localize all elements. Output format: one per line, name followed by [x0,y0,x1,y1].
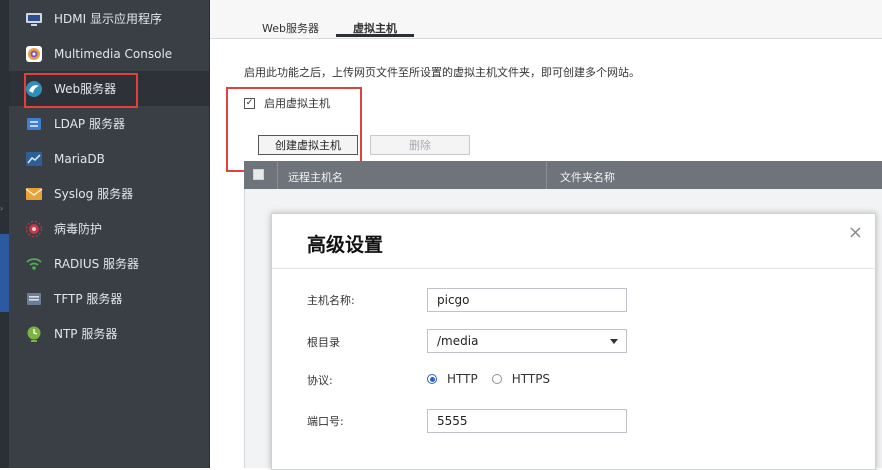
close-icon[interactable]: × [848,224,863,242]
sidebar-item-label: MariaDB [54,151,105,166]
highlight-box-web-server [24,73,138,108]
clock-icon [27,326,41,342]
sidebar-item-label: Multimedia Console [54,46,173,61]
protocol-label: 协议: [307,374,333,387]
table-header: 远程主机名 文件夹名称 [244,161,882,189]
protocol-https-label: HTTPS [511,372,551,386]
root-directory-value: /media [437,334,479,348]
advanced-settings-dialog: 高级设置 × 主机名称: picgo 根目录 /media 协议: HTTP H… [271,213,876,470]
sidebar-item-label: NTP 服务器 [54,327,118,341]
protocol-https-radio[interactable] [491,374,502,384]
sidebar-item-syslog[interactable]: Syslog 服务器 [9,176,209,211]
delete-button[interactable]: 删除 [370,135,470,155]
sidebar-item-multimedia-console[interactable]: Multimedia Console [9,36,209,71]
hostname-input[interactable]: picgo [427,288,627,312]
root-directory-label: 根目录 [307,336,340,349]
sidebar-item-ntp[interactable]: NTP 服务器 [9,316,209,351]
hostname-label: 主机名称: [307,294,355,307]
column-header-hostname[interactable]: 远程主机名 [288,169,343,185]
active-tab-indicator [336,34,414,37]
sidebar-item-ldap[interactable]: LDAP 服务器 [9,106,209,141]
ldap-icon [27,117,41,130]
dialog-divider [272,268,875,269]
protocol-http-radio[interactable] [427,374,437,384]
protocol-radio-group: HTTP HTTPS [427,372,550,386]
root-directory-select[interactable]: /media [427,329,627,353]
left-accent [0,234,9,312]
sidebar-item-label: RADIUS 服务器 [54,257,140,271]
left-strip: › [0,0,9,468]
tftp-icon [27,292,41,305]
sidebar-item-label: HDMI 显示应用程序 [54,12,162,26]
virus-icon [25,220,43,237]
wifi-icon [26,257,42,270]
column-divider [546,161,547,189]
protocol-http-label: HTTP [447,372,478,386]
monitor-icon [26,12,42,26]
chevron-down-icon [610,339,618,344]
column-header-folder[interactable]: 文件夹名称 [560,169,615,185]
sidebar-item-label: 病毒防护 [54,222,103,236]
database-icon [26,151,42,166]
sidebar-item-hdmi[interactable]: HDMI 显示应用程序 [9,1,209,36]
sidebar-item-tftp[interactable]: TFTP 服务器 [9,281,209,316]
tab-bar: Web服务器 虚拟主机 [210,0,882,39]
sidebar-item-label: LDAP 服务器 [54,117,125,131]
dialog-title: 高级设置 [307,234,384,256]
envelope-icon [25,187,43,200]
sidebar-item-label: Syslog 服务器 [54,187,134,201]
highlight-box-enable [226,87,362,172]
port-input[interactable]: 5555 [427,409,627,433]
expand-icon[interactable]: › [0,205,6,213]
port-label: 端口号: [307,415,344,428]
sidebar: HDMI 显示应用程序 Multimedia Console Web服务器 LD… [9,0,210,468]
sidebar-item-mariadb[interactable]: MariaDB [9,141,209,176]
tab-web-server[interactable]: Web服务器 [262,20,319,36]
column-divider [277,161,278,189]
sidebar-item-label: TFTP 服务器 [54,292,123,306]
multimedia-icon [26,45,42,62]
sidebar-item-antivirus[interactable]: 病毒防护 [9,211,209,246]
select-all-checkbox[interactable] [253,169,264,180]
description-text: 启用此功能之后，上传网页文件至所设置的虚拟主机文件夹，即可创建多个网站。 [244,66,640,79]
sidebar-item-radius[interactable]: RADIUS 服务器 [9,246,209,281]
